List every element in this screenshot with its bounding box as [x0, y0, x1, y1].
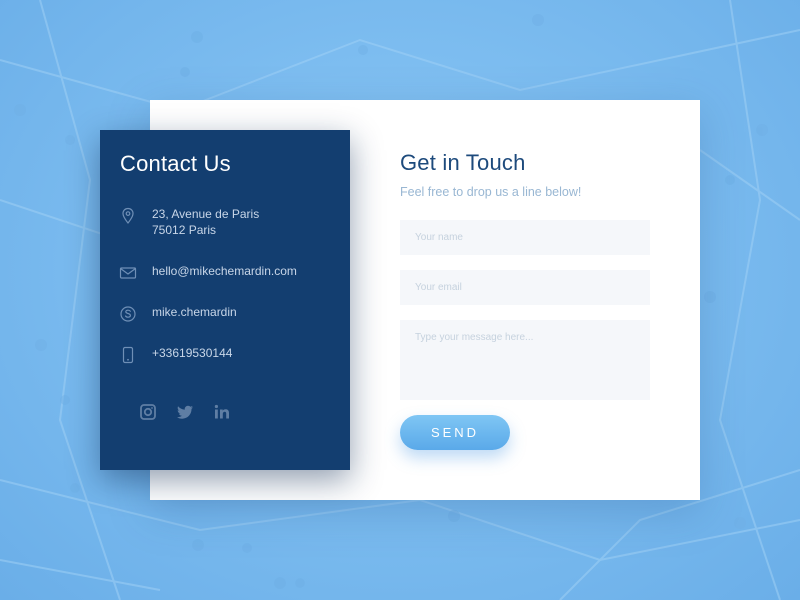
skype-handle[interactable]: mike.chemardin — [152, 304, 237, 320]
skype-icon — [118, 304, 138, 324]
phone-row: +33619530144 — [118, 345, 232, 365]
mail-icon — [118, 263, 138, 283]
form-subtitle: Feel free to drop us a line below! — [400, 185, 582, 199]
linkedin-icon[interactable] — [212, 402, 232, 422]
form-title: Get in Touch — [400, 150, 526, 175]
address-row: 23, Avenue de Paris 75012 Paris — [118, 206, 259, 238]
phone-icon — [118, 345, 138, 365]
address-line-1: 23, Avenue de Paris — [152, 207, 260, 221]
email-link[interactable]: hello@mikechemardin.com — [152, 263, 297, 279]
message-textarea[interactable] — [400, 320, 650, 400]
instagram-icon[interactable] — [138, 402, 158, 422]
phone-number[interactable]: +33619530144 — [152, 345, 232, 361]
skype-row: mike.chemardin — [118, 304, 237, 324]
name-input[interactable] — [400, 220, 650, 255]
email-row: hello@mikechemardin.com — [118, 263, 297, 283]
address-line-2: 75012 Paris — [152, 223, 217, 237]
social-links — [138, 402, 232, 422]
address-text: 23, Avenue de Paris 75012 Paris — [152, 206, 259, 238]
contact-title: Contact Us — [120, 151, 231, 176]
twitter-icon[interactable] — [175, 402, 195, 422]
email-input[interactable] — [400, 270, 650, 305]
map-pin-icon — [118, 206, 138, 226]
send-button[interactable]: SEND — [400, 415, 510, 450]
contact-info-panel: Contact Us 23, Avenue de Paris 75012 Par… — [100, 130, 350, 470]
